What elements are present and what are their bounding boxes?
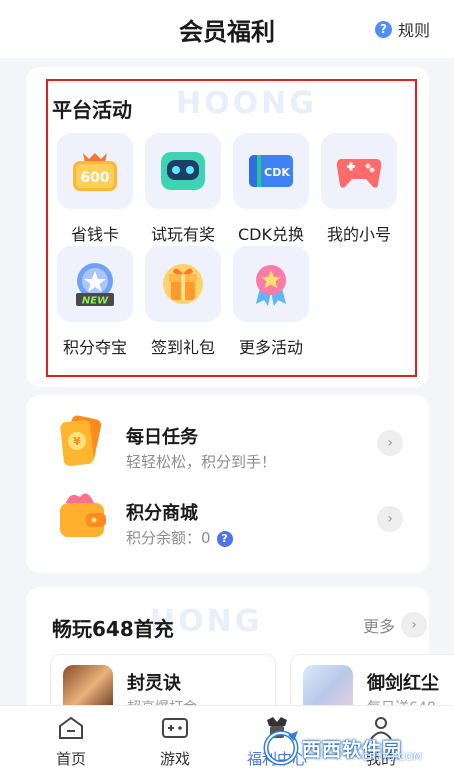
tab-label: 游戏 [159, 750, 190, 768]
tasks-card: ¥ 每日任务 轻轻松松，积分到手！ › 积分商城 积分余额：0? › [26, 395, 429, 573]
top-header: 会员福利 ? 规则 [0, 0, 454, 58]
site-logo-icon [263, 730, 299, 766]
rules-label: 规则 [397, 21, 430, 40]
coin-ticket-icon: ¥ [56, 413, 106, 469]
help-icon[interactable]: ? [216, 530, 233, 547]
home-icon [57, 716, 85, 740]
activities-highlight-box [46, 79, 417, 377]
site-watermark: 西西软件园 CR173.COM [262, 727, 454, 769]
daily-tasks-subtitle: 轻轻松松，积分到手！ [126, 453, 277, 471]
chevron-right-icon[interactable]: › [377, 430, 403, 456]
gamepad-outline-icon [161, 716, 189, 740]
points-balance-value: 0 [201, 529, 211, 547]
question-circle-icon: ? [374, 20, 392, 38]
points-balance-label: 积分余额： [126, 529, 202, 547]
wallet-icon [56, 489, 110, 541]
svg-text:¥: ¥ [73, 435, 81, 448]
site-watermark-domain: CR173.COM [362, 752, 422, 763]
points-shop-row[interactable]: 积分商城 积分余额：0? › [26, 481, 429, 557]
rules-button[interactable]: ? 规则 [374, 17, 430, 41]
game-name: 御剑红尘 [367, 673, 439, 694]
daily-tasks-title: 每日任务 [126, 427, 198, 448]
game-name: 封灵诀 [127, 673, 181, 694]
chevron-right-icon: › [401, 612, 427, 638]
points-shop-title: 积分商城 [126, 503, 198, 524]
first-recharge-title: 畅玩648首充 [52, 617, 174, 641]
tab-home[interactable]: 首页 [31, 706, 111, 773]
points-balance: 积分余额：0? [126, 527, 233, 548]
tab-games[interactable]: 游戏 [135, 706, 215, 773]
chevron-right-icon[interactable]: › [377, 506, 403, 532]
more-label: 更多 [362, 617, 395, 636]
daily-tasks-row[interactable]: ¥ 每日任务 轻轻松松，积分到手！ › [26, 405, 429, 481]
more-games-link[interactable]: 更多 › [363, 612, 427, 638]
tab-label: 首页 [55, 750, 86, 768]
